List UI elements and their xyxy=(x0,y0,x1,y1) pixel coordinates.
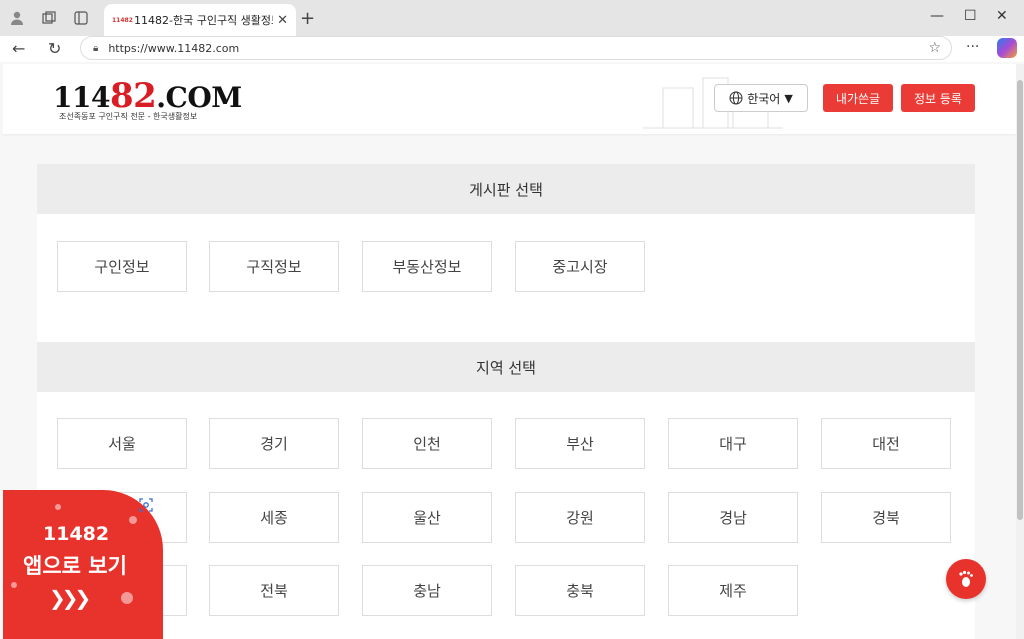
region-item-gyeongnam[interactable]: 경남 xyxy=(668,492,798,543)
logo-tagline: 조선족동포 구인구직 전문 - 한국생활정보 xyxy=(59,112,198,121)
register-button[interactable]: 정보 등록 xyxy=(901,84,975,112)
caret-down-icon: ▼ xyxy=(784,91,793,105)
board-section-title: 게시판 선택 xyxy=(37,164,975,214)
address-bar-row: ← ↻ 🔒︎ https://www.11482.com ☆ ··· xyxy=(0,36,1024,62)
app-download-banner[interactable]: 11482 앱으로 보기 ❯❯❯ xyxy=(3,490,163,639)
logo-red: 82 xyxy=(109,76,157,116)
site-favicon: 11482 xyxy=(112,16,133,24)
site-logo[interactable]: 11482.COM xyxy=(53,76,242,116)
logo-suffix: .COM xyxy=(156,81,242,114)
region-item-seoul[interactable]: 서울 xyxy=(57,418,187,469)
board-item-job-seeking[interactable]: 구직정보 xyxy=(209,241,339,292)
tab-actions-icon[interactable] xyxy=(72,9,90,27)
active-tab[interactable]: 11482 11482-한국 구인구직 생활정보 중 ✕ xyxy=(104,4,296,36)
region-item-chungnam[interactable]: 충남 xyxy=(362,565,492,616)
board-section-body: 구인정보 구직정보 부동산정보 중고시장 xyxy=(37,214,975,342)
region-item-gyeonggi[interactable]: 경기 xyxy=(209,418,339,469)
region-item-gyeongbuk[interactable]: 경북 xyxy=(821,492,951,543)
my-posts-button[interactable]: 내가쓴글 xyxy=(823,84,893,112)
profile-icon[interactable] xyxy=(8,9,26,27)
banner-text: 앱으로 보기 xyxy=(23,554,127,578)
banner-number: 11482 xyxy=(43,523,110,545)
banner-dot xyxy=(129,516,137,524)
region-item-jeonbuk[interactable]: 전북 xyxy=(209,565,339,616)
board-item-real-estate[interactable]: 부동산정보 xyxy=(362,241,492,292)
window-close-icon[interactable]: ✕ xyxy=(996,8,1008,24)
board-item-job-offer[interactable]: 구인정보 xyxy=(57,241,187,292)
scrollbar-thumb[interactable] xyxy=(1017,80,1023,520)
url-field[interactable]: 🔒︎ https://www.11482.com ☆ xyxy=(80,36,952,60)
browser-tab-bar: 11482 11482-한국 구인구직 생활정보 중 ✕ + — ☐ ✕ xyxy=(0,0,1024,36)
maximize-icon[interactable]: ☐ xyxy=(964,8,977,24)
region-item-sejong[interactable]: 세종 xyxy=(209,492,339,543)
visual-search-icon[interactable] xyxy=(139,498,153,512)
language-label: 한국어 xyxy=(747,91,781,106)
url-text: https://www.11482.com xyxy=(108,41,240,55)
region-item-daejeon[interactable]: 대전 xyxy=(821,418,951,469)
region-item-jeju[interactable]: 제주 xyxy=(668,565,798,616)
new-tab-icon[interactable]: + xyxy=(300,8,315,29)
refresh-icon[interactable]: ↻ xyxy=(48,39,61,58)
region-section-body: 서울 경기 인천 부산 대구 대전 광주 세종 울산 강원 경남 경북 전남 전… xyxy=(37,392,975,639)
region-item-incheon[interactable]: 인천 xyxy=(362,418,492,469)
close-tab-icon[interactable]: ✕ xyxy=(277,13,288,28)
site-info-icon[interactable]: 🔒︎ xyxy=(93,43,98,54)
region-section-title: 지역 선택 xyxy=(37,342,975,392)
minimize-icon[interactable]: — xyxy=(930,8,944,24)
region-item-chungbuk[interactable]: 충북 xyxy=(515,565,645,616)
logo-prefix: 114 xyxy=(53,81,110,114)
tab-title: 11482-한국 구인구직 생활정보 중 xyxy=(134,14,273,27)
site-header: 11482.COM 조선족동포 구인구직 전문 - 한국생활정보 한국어 ▼ 내… xyxy=(3,64,1016,134)
region-item-gangwon[interactable]: 강원 xyxy=(515,492,645,543)
chevrons-right-icon: ❯❯❯ xyxy=(49,586,91,610)
region-item-busan[interactable]: 부산 xyxy=(515,418,645,469)
favorite-star-icon[interactable]: ☆ xyxy=(928,40,941,56)
banner-dot xyxy=(55,504,61,510)
language-selector[interactable]: 한국어 ▼ xyxy=(714,84,808,112)
globe-icon xyxy=(729,91,743,105)
more-menu-icon[interactable]: ··· xyxy=(966,39,979,55)
back-icon[interactable]: ← xyxy=(12,39,25,58)
workspaces-icon[interactable] xyxy=(40,9,58,27)
board-item-used-market[interactable]: 중고시장 xyxy=(515,241,645,292)
banner-dot xyxy=(121,592,133,604)
region-item-daegu[interactable]: 대구 xyxy=(668,418,798,469)
region-item-ulsan[interactable]: 울산 xyxy=(362,492,492,543)
copilot-icon[interactable] xyxy=(997,38,1017,58)
banner-dot xyxy=(11,582,17,588)
footprint-fab-icon[interactable] xyxy=(946,559,986,599)
